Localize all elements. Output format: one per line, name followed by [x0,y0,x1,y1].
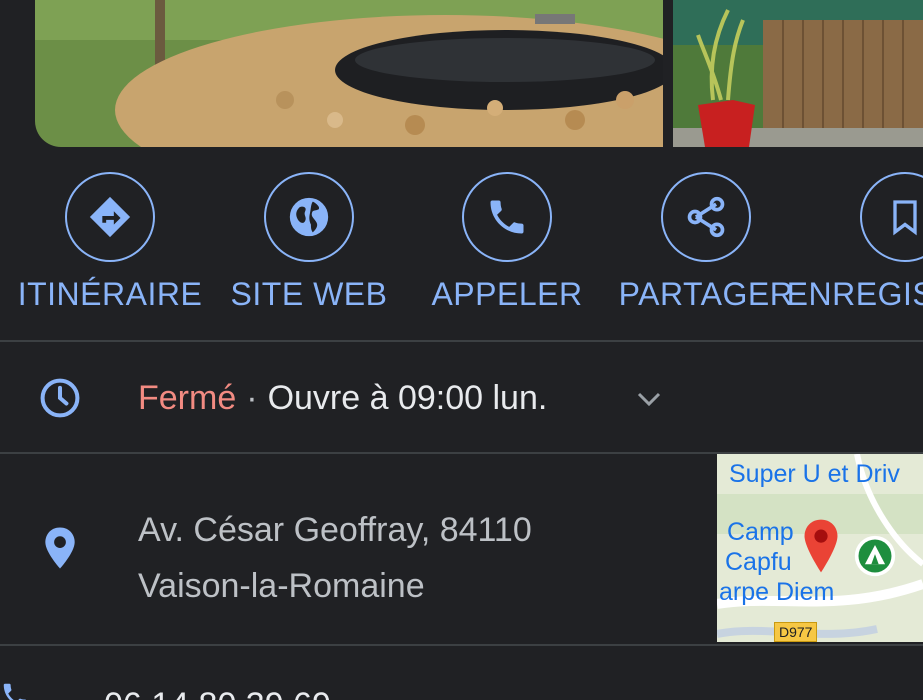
map-pin-icon [804,519,838,573]
clock-icon [40,378,80,418]
map-label: arpe Diem [719,578,835,606]
directions-icon [89,196,131,238]
address-line-2: Vaison-la-Romaine [138,567,425,605]
address-text: Av. César Geoffray, 84110 Vaison-la-Roma… [138,502,532,614]
save-label: ENREGISTRER [786,276,923,312]
opening-hours-text: Fermé · Ouvre à 09:00 lun. [138,379,547,418]
share-icon [687,196,725,238]
location-pin-icon [45,527,75,569]
address-row[interactable]: Av. César Geoffray, 84110 Vaison-la-Roma… [0,454,923,644]
website-button-circle[interactable] [264,172,354,262]
hours-separator: · [246,379,258,417]
map-thumbnail[interactable]: Super U et Driv Camp Capfu arpe Diem D97… [717,454,923,642]
place-photo-pond[interactable] [35,0,663,147]
save-button-circle[interactable] [860,172,923,262]
road-label: D977 [774,622,818,642]
action-bar: ITINÉRAIRE SITE WEB APPELER PARTAGER ENR… [0,148,923,340]
globe-icon [289,197,329,237]
next-opening-time: Ouvre à 09:00 lun. [267,379,548,417]
place-photo-garden[interactable] [673,0,923,147]
chevron-down-icon[interactable] [632,384,666,414]
call-button-circle[interactable] [462,172,552,262]
phone-icon [490,200,524,234]
map-label: Camp [727,518,794,546]
map-label: Capfu [725,548,792,576]
phone-row[interactable]: 06 14 80 39 69 [0,646,923,700]
address-line-1: Av. César Geoffray, 84110 [138,511,532,549]
opening-hours-row[interactable]: Fermé · Ouvre à 09:00 lun. [0,342,923,452]
save-button[interactable]: ENREGISTRER [787,172,923,322]
photo-strip[interactable] [0,0,923,148]
closed-status: Fermé [138,379,237,417]
campground-icon [854,535,896,577]
bookmark-icon [893,200,917,236]
map-label: Super U et Driv [729,460,900,488]
phone-number: 06 14 80 39 69 [104,686,331,700]
phone-icon [3,683,27,700]
share-button-circle[interactable] [661,172,751,262]
directions-button-circle[interactable] [65,172,155,262]
